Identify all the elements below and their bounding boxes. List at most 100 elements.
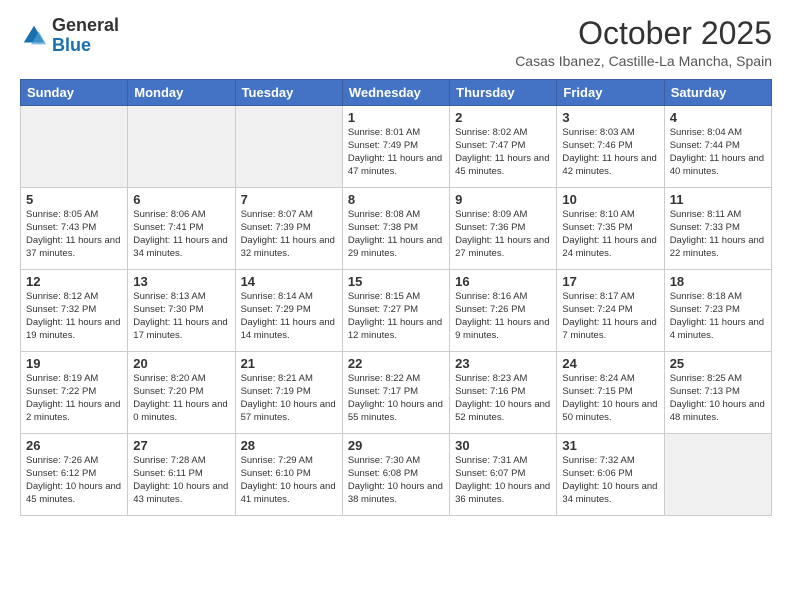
day-number: 18 (670, 274, 766, 289)
calendar-cell: 6 Sunrise: 8:06 AM Sunset: 7:41 PM Daylig… (128, 188, 235, 270)
calendar-cell: 17 Sunrise: 8:17 AM Sunset: 7:24 PM Dayli… (557, 270, 664, 352)
calendar-cell: 2 Sunrise: 8:02 AM Sunset: 7:47 PM Daylig… (450, 106, 557, 188)
title-block: October 2025 Casas Ibanez, Castille-La M… (515, 16, 772, 69)
calendar-cell: 26 Sunrise: 7:26 AM Sunset: 6:12 PM Dayli… (21, 434, 128, 516)
calendar-cell: 3Sunrise: 8:03 AM Sunset: 7:46 PM Daylig… (557, 106, 664, 188)
day-number: 6 (133, 192, 229, 207)
day-info: Sunrise: 7:32 AM Sunset: 6:06 PM Dayligh… (562, 455, 658, 506)
page: General Blue October 2025 Casas Ibanez, … (0, 0, 792, 612)
day-number: 27 (133, 438, 229, 453)
day-number: 7 (241, 192, 337, 207)
day-number: 17 (562, 274, 658, 289)
weekday-saturday: Saturday (664, 80, 771, 106)
calendar-week-2: 5 Sunrise: 8:05 AM Sunset: 7:43 PM Daylig… (21, 188, 772, 270)
weekday-wednesday: Wednesday (342, 80, 449, 106)
logo-blue-text: Blue (52, 35, 91, 55)
day-number: 5 (26, 192, 122, 207)
weekday-header-row: SundayMondayTuesdayWednesdayThursdayFrid… (21, 80, 772, 106)
calendar-cell: 10Sunrise: 8:10 AM Sunset: 7:35 PM Dayli… (557, 188, 664, 270)
calendar-week-1: 1 Sunrise: 8:01 AM Sunset: 7:49 PM Daylig… (21, 106, 772, 188)
logo-general-text: General (52, 15, 119, 35)
calendar-cell: 12 Sunrise: 8:12 AM Sunset: 7:32 PM Dayli… (21, 270, 128, 352)
weekday-thursday: Thursday (450, 80, 557, 106)
day-info: Sunrise: 8:05 AM Sunset: 7:43 PM Dayligh… (26, 209, 122, 260)
day-info: Sunrise: 8:18 AM Sunset: 7:23 PM Dayligh… (670, 291, 766, 342)
day-info: Sunrise: 8:04 AM Sunset: 7:44 PM Dayligh… (670, 127, 766, 178)
day-number: 10 (562, 192, 658, 207)
day-number: 26 (26, 438, 122, 453)
day-info: Sunrise: 8:12 AM Sunset: 7:32 PM Dayligh… (26, 291, 122, 342)
calendar-cell: 16Sunrise: 8:16 AM Sunset: 7:26 PM Dayli… (450, 270, 557, 352)
day-number: 14 (241, 274, 337, 289)
calendar-cell: 18 Sunrise: 8:18 AM Sunset: 7:23 PM Dayli… (664, 270, 771, 352)
calendar-cell: 22 Sunrise: 8:22 AM Sunset: 7:17 PM Dayli… (342, 352, 449, 434)
day-number: 1 (348, 110, 444, 125)
calendar-cell: 1 Sunrise: 8:01 AM Sunset: 7:49 PM Daylig… (342, 106, 449, 188)
day-number: 2 (455, 110, 551, 125)
day-number: 30 (455, 438, 551, 453)
day-number: 28 (241, 438, 337, 453)
day-info: Sunrise: 8:24 AM Sunset: 7:15 PM Dayligh… (562, 373, 658, 424)
day-number: 12 (26, 274, 122, 289)
calendar-cell: 25 Sunrise: 8:25 AM Sunset: 7:13 PM Dayli… (664, 352, 771, 434)
day-info: Sunrise: 7:30 AM Sunset: 6:08 PM Dayligh… (348, 455, 444, 506)
calendar-cell: 15 Sunrise: 8:15 AM Sunset: 7:27 PM Dayli… (342, 270, 449, 352)
calendar-cell: 29 Sunrise: 7:30 AM Sunset: 6:08 PM Dayli… (342, 434, 449, 516)
calendar-cell: 11 Sunrise: 8:11 AM Sunset: 7:33 PM Dayli… (664, 188, 771, 270)
day-info: Sunrise: 8:19 AM Sunset: 7:22 PM Dayligh… (26, 373, 122, 424)
day-info: Sunrise: 7:26 AM Sunset: 6:12 PM Dayligh… (26, 455, 122, 506)
day-info: Sunrise: 7:29 AM Sunset: 6:10 PM Dayligh… (241, 455, 337, 506)
day-number: 23 (455, 356, 551, 371)
day-number: 11 (670, 192, 766, 207)
day-info: Sunrise: 8:15 AM Sunset: 7:27 PM Dayligh… (348, 291, 444, 342)
calendar-cell: 24 Sunrise: 8:24 AM Sunset: 7:15 PM Dayli… (557, 352, 664, 434)
day-info: Sunrise: 8:06 AM Sunset: 7:41 PM Dayligh… (133, 209, 229, 260)
calendar-week-3: 12 Sunrise: 8:12 AM Sunset: 7:32 PM Dayli… (21, 270, 772, 352)
calendar-cell: 19 Sunrise: 8:19 AM Sunset: 7:22 PM Dayli… (21, 352, 128, 434)
calendar-cell: 28 Sunrise: 7:29 AM Sunset: 6:10 PM Dayli… (235, 434, 342, 516)
day-info: Sunrise: 8:07 AM Sunset: 7:39 PM Dayligh… (241, 209, 337, 260)
weekday-sunday: Sunday (21, 80, 128, 106)
calendar-table: SundayMondayTuesdayWednesdayThursdayFrid… (20, 79, 772, 516)
calendar-week-5: 26 Sunrise: 7:26 AM Sunset: 6:12 PM Dayli… (21, 434, 772, 516)
calendar-cell: 4 Sunrise: 8:04 AM Sunset: 7:44 PM Daylig… (664, 106, 771, 188)
calendar-cell: 23Sunrise: 8:23 AM Sunset: 7:16 PM Dayli… (450, 352, 557, 434)
day-number: 24 (562, 356, 658, 371)
day-number: 19 (26, 356, 122, 371)
calendar-cell: 14 Sunrise: 8:14 AM Sunset: 7:29 PM Dayli… (235, 270, 342, 352)
day-info: Sunrise: 8:02 AM Sunset: 7:47 PM Dayligh… (455, 127, 551, 178)
calendar-cell (21, 106, 128, 188)
day-info: Sunrise: 8:11 AM Sunset: 7:33 PM Dayligh… (670, 209, 766, 260)
calendar-cell: 5 Sunrise: 8:05 AM Sunset: 7:43 PM Daylig… (21, 188, 128, 270)
day-info: Sunrise: 8:25 AM Sunset: 7:13 PM Dayligh… (670, 373, 766, 424)
day-info: Sunrise: 7:28 AM Sunset: 6:11 PM Dayligh… (133, 455, 229, 506)
day-number: 21 (241, 356, 337, 371)
calendar-cell (128, 106, 235, 188)
day-info: Sunrise: 8:17 AM Sunset: 7:24 PM Dayligh… (562, 291, 658, 342)
day-info: Sunrise: 8:14 AM Sunset: 7:29 PM Dayligh… (241, 291, 337, 342)
day-number: 15 (348, 274, 444, 289)
day-number: 29 (348, 438, 444, 453)
calendar-cell: 7 Sunrise: 8:07 AM Sunset: 7:39 PM Daylig… (235, 188, 342, 270)
day-number: 4 (670, 110, 766, 125)
day-number: 25 (670, 356, 766, 371)
calendar-cell: 21 Sunrise: 8:21 AM Sunset: 7:19 PM Dayli… (235, 352, 342, 434)
calendar-cell: 13Sunrise: 8:13 AM Sunset: 7:30 PM Dayli… (128, 270, 235, 352)
logo-icon (20, 22, 48, 50)
day-number: 9 (455, 192, 551, 207)
day-info: Sunrise: 8:22 AM Sunset: 7:17 PM Dayligh… (348, 373, 444, 424)
day-info: Sunrise: 8:21 AM Sunset: 7:19 PM Dayligh… (241, 373, 337, 424)
calendar-cell: 20 Sunrise: 8:20 AM Sunset: 7:20 PM Dayli… (128, 352, 235, 434)
day-info: Sunrise: 8:09 AM Sunset: 7:36 PM Dayligh… (455, 209, 551, 260)
day-number: 31 (562, 438, 658, 453)
day-number: 20 (133, 356, 229, 371)
month-title: October 2025 (515, 16, 772, 51)
day-info: Sunrise: 8:13 AM Sunset: 7:30 PM Dayligh… (133, 291, 229, 342)
day-info: Sunrise: 8:16 AM Sunset: 7:26 PM Dayligh… (455, 291, 551, 342)
day-info: Sunrise: 8:20 AM Sunset: 7:20 PM Dayligh… (133, 373, 229, 424)
day-info: Sunrise: 8:01 AM Sunset: 7:49 PM Dayligh… (348, 127, 444, 178)
calendar-week-4: 19 Sunrise: 8:19 AM Sunset: 7:22 PM Dayli… (21, 352, 772, 434)
day-number: 22 (348, 356, 444, 371)
header: General Blue October 2025 Casas Ibanez, … (20, 16, 772, 69)
day-number: 3 (562, 110, 658, 125)
